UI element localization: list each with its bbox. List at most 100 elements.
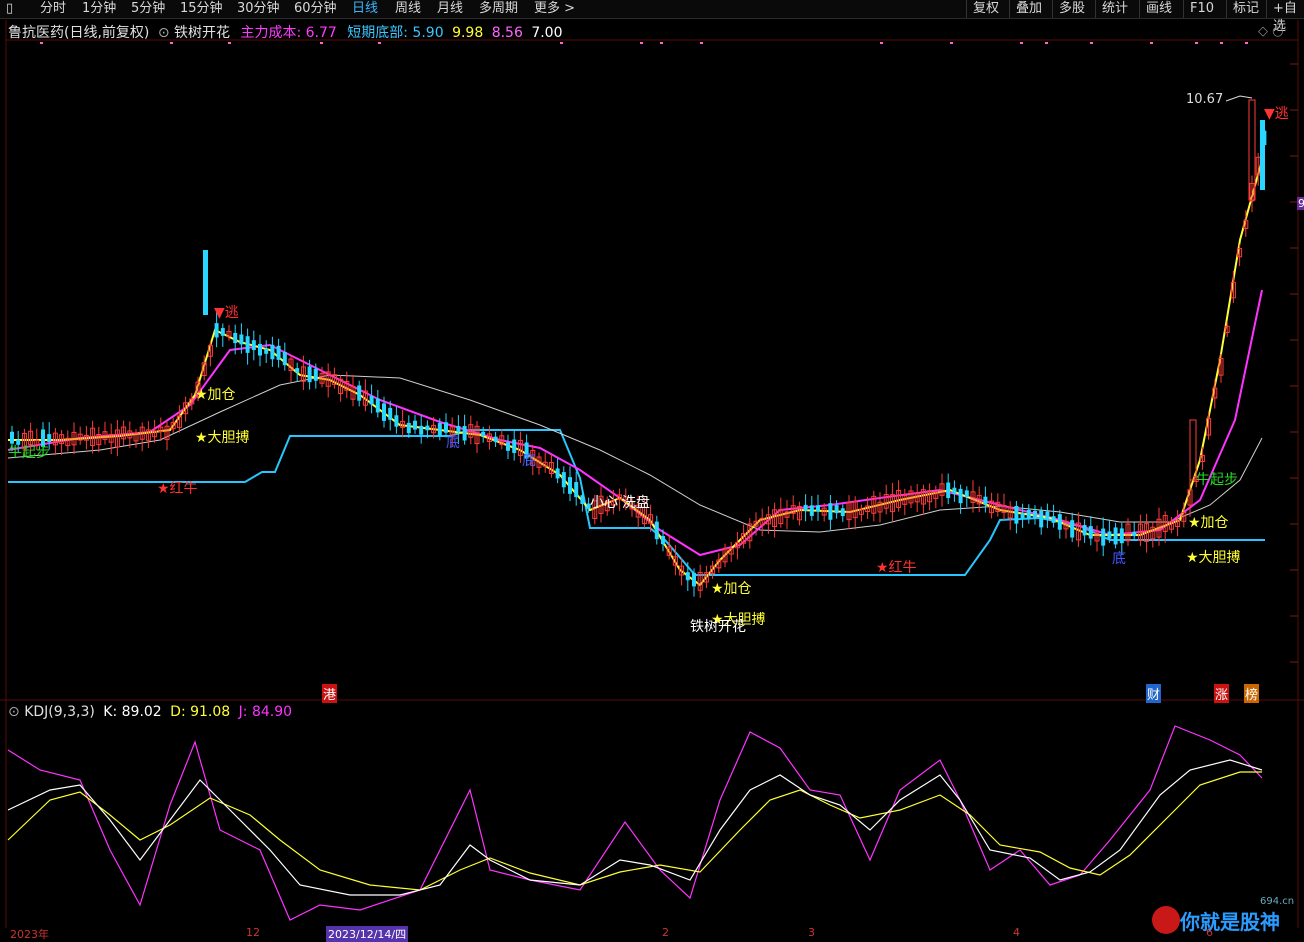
- candle-body-down: [1070, 520, 1075, 538]
- top-marker-dot: [660, 42, 663, 44]
- candle-body-down: [1026, 509, 1031, 519]
- candle-body-down: [555, 468, 560, 479]
- candle-body-down: [803, 504, 808, 511]
- watermark: 694.cn 你就是股神: [1152, 896, 1300, 936]
- signal-xipan: 洗盘: [622, 495, 650, 511]
- candle-body-down: [1088, 526, 1093, 539]
- candle-body-down: [1132, 531, 1137, 537]
- signal-dadanbo-1: ★大胆搏: [195, 430, 250, 446]
- candle-body-down: [1020, 513, 1025, 519]
- top-marker-dot: [228, 42, 231, 44]
- date-label-2023: 2023年: [10, 928, 49, 941]
- candle-body-down: [512, 439, 517, 453]
- candle-body-down: [276, 345, 281, 360]
- high-arrow: [1225, 95, 1253, 102]
- candle-body-down: [493, 436, 498, 442]
- escape-signal-right: ▼逃: [1264, 106, 1289, 122]
- top-marker-dot: [1090, 42, 1093, 44]
- candle-body-down: [568, 477, 572, 494]
- top-marker-dot: [320, 42, 323, 44]
- candle-body-down: [1082, 525, 1087, 536]
- candle-body-down: [580, 495, 585, 504]
- candle-body-down: [270, 344, 275, 360]
- signal-jiacang-1: ★加仓: [195, 387, 236, 403]
- candle-body-down: [1039, 510, 1044, 528]
- candle-body-down: [840, 508, 845, 517]
- kdj-header: ⊙ KDJ(9,3,3) K: 89.02 D: 91.08 J: 84.90: [8, 704, 292, 720]
- candle-body-down: [692, 572, 696, 587]
- candle-body-down: [245, 336, 250, 353]
- candle-body-down: [574, 482, 579, 498]
- candle-body-down: [406, 422, 411, 434]
- signal-dadanbo-3: ★大胆搏: [1186, 550, 1241, 566]
- candle-body-down: [258, 343, 262, 356]
- candle-body-down: [834, 505, 839, 514]
- signal-bottom-1: 底: [446, 435, 460, 451]
- top-marker-dot: [950, 42, 953, 44]
- date-axis: 2023年 12 2023/12/14/四 2 3 4 6: [0, 926, 1304, 942]
- candle-body-down: [946, 482, 951, 499]
- top-marker-dot: [40, 42, 43, 44]
- candle-body-down: [220, 328, 225, 336]
- kdj-dropdown-icon[interactable]: ⊙: [8, 704, 20, 720]
- candle-body-down: [313, 368, 318, 381]
- candle-body-down: [295, 368, 300, 373]
- badge-limit-up[interactable]: 涨: [1214, 684, 1230, 703]
- candle-body-down: [1101, 528, 1106, 546]
- badge-list[interactable]: 榜: [1244, 684, 1260, 703]
- candle-body-down: [233, 332, 238, 344]
- top-marker-dot: [1220, 42, 1223, 44]
- candle-body-down: [413, 420, 417, 430]
- candle-spike: [203, 250, 208, 315]
- kdj-d-value: D: 91.08: [170, 704, 231, 720]
- candle-body-down: [1113, 527, 1118, 545]
- kdj-d-line: [7, 771, 1262, 891]
- candle-body-down: [561, 472, 566, 488]
- candle-body-down: [661, 536, 665, 545]
- candle-body-down: [437, 423, 442, 437]
- top-marker-dot: [170, 42, 173, 44]
- candle-body-down: [654, 521, 659, 540]
- signal-bottom-2: 底: [522, 453, 536, 469]
- signal-hongniu-1: ★红牛: [157, 481, 198, 497]
- signal-xiaoxin: 小心: [590, 495, 618, 511]
- top-marker-dot: [1020, 42, 1023, 44]
- top-marker-dot: [640, 42, 643, 44]
- badge-finance[interactable]: 财: [1146, 684, 1162, 703]
- top-marker-dot: [700, 42, 703, 44]
- date-label-2: 2: [662, 926, 669, 939]
- candle-body-down: [369, 395, 374, 405]
- signal-hongniu-2: ★红牛: [876, 560, 917, 576]
- candle-body-down: [1051, 516, 1056, 523]
- date-label-4: 4: [1013, 926, 1020, 939]
- date-cursor-label: 2023/12/14/四: [326, 926, 409, 942]
- candle-body-down: [462, 425, 467, 441]
- candle-body-down: [958, 488, 963, 504]
- candle-body-down: [1045, 511, 1050, 519]
- badge-hk[interactable]: 港: [322, 684, 338, 703]
- kdj-name[interactable]: KDJ(9,3,3): [24, 704, 95, 720]
- candle-body-down: [419, 425, 424, 435]
- ma-mid-line: [7, 289, 1263, 557]
- candle-body-down: [1014, 505, 1019, 524]
- candle-body-down: [1033, 510, 1037, 518]
- candle-body-down: [47, 434, 52, 442]
- top-marker-dot: [1245, 42, 1248, 44]
- candle-body-down: [214, 323, 219, 338]
- candle-body-down: [816, 505, 820, 512]
- candle-body-down: [282, 351, 287, 366]
- candlestick-chart[interactable]: [0, 0, 1304, 939]
- top-marker-dot: [378, 42, 381, 44]
- top-marker-dot: [880, 42, 883, 44]
- candle-body-down: [394, 415, 399, 427]
- candle-body-down: [828, 503, 833, 520]
- candle-body-down: [382, 403, 386, 421]
- kdj-k-value: K: 89.02: [103, 704, 162, 720]
- top-marker-dot: [560, 42, 563, 44]
- date-label-3: 3: [808, 926, 815, 939]
- candle-body-down: [685, 572, 690, 581]
- candle-body-down: [239, 334, 244, 345]
- kdj-k-line: [7, 759, 1263, 896]
- signal-tieshu-kaihua: 铁树开花: [690, 619, 746, 635]
- candle-body-down: [264, 348, 269, 354]
